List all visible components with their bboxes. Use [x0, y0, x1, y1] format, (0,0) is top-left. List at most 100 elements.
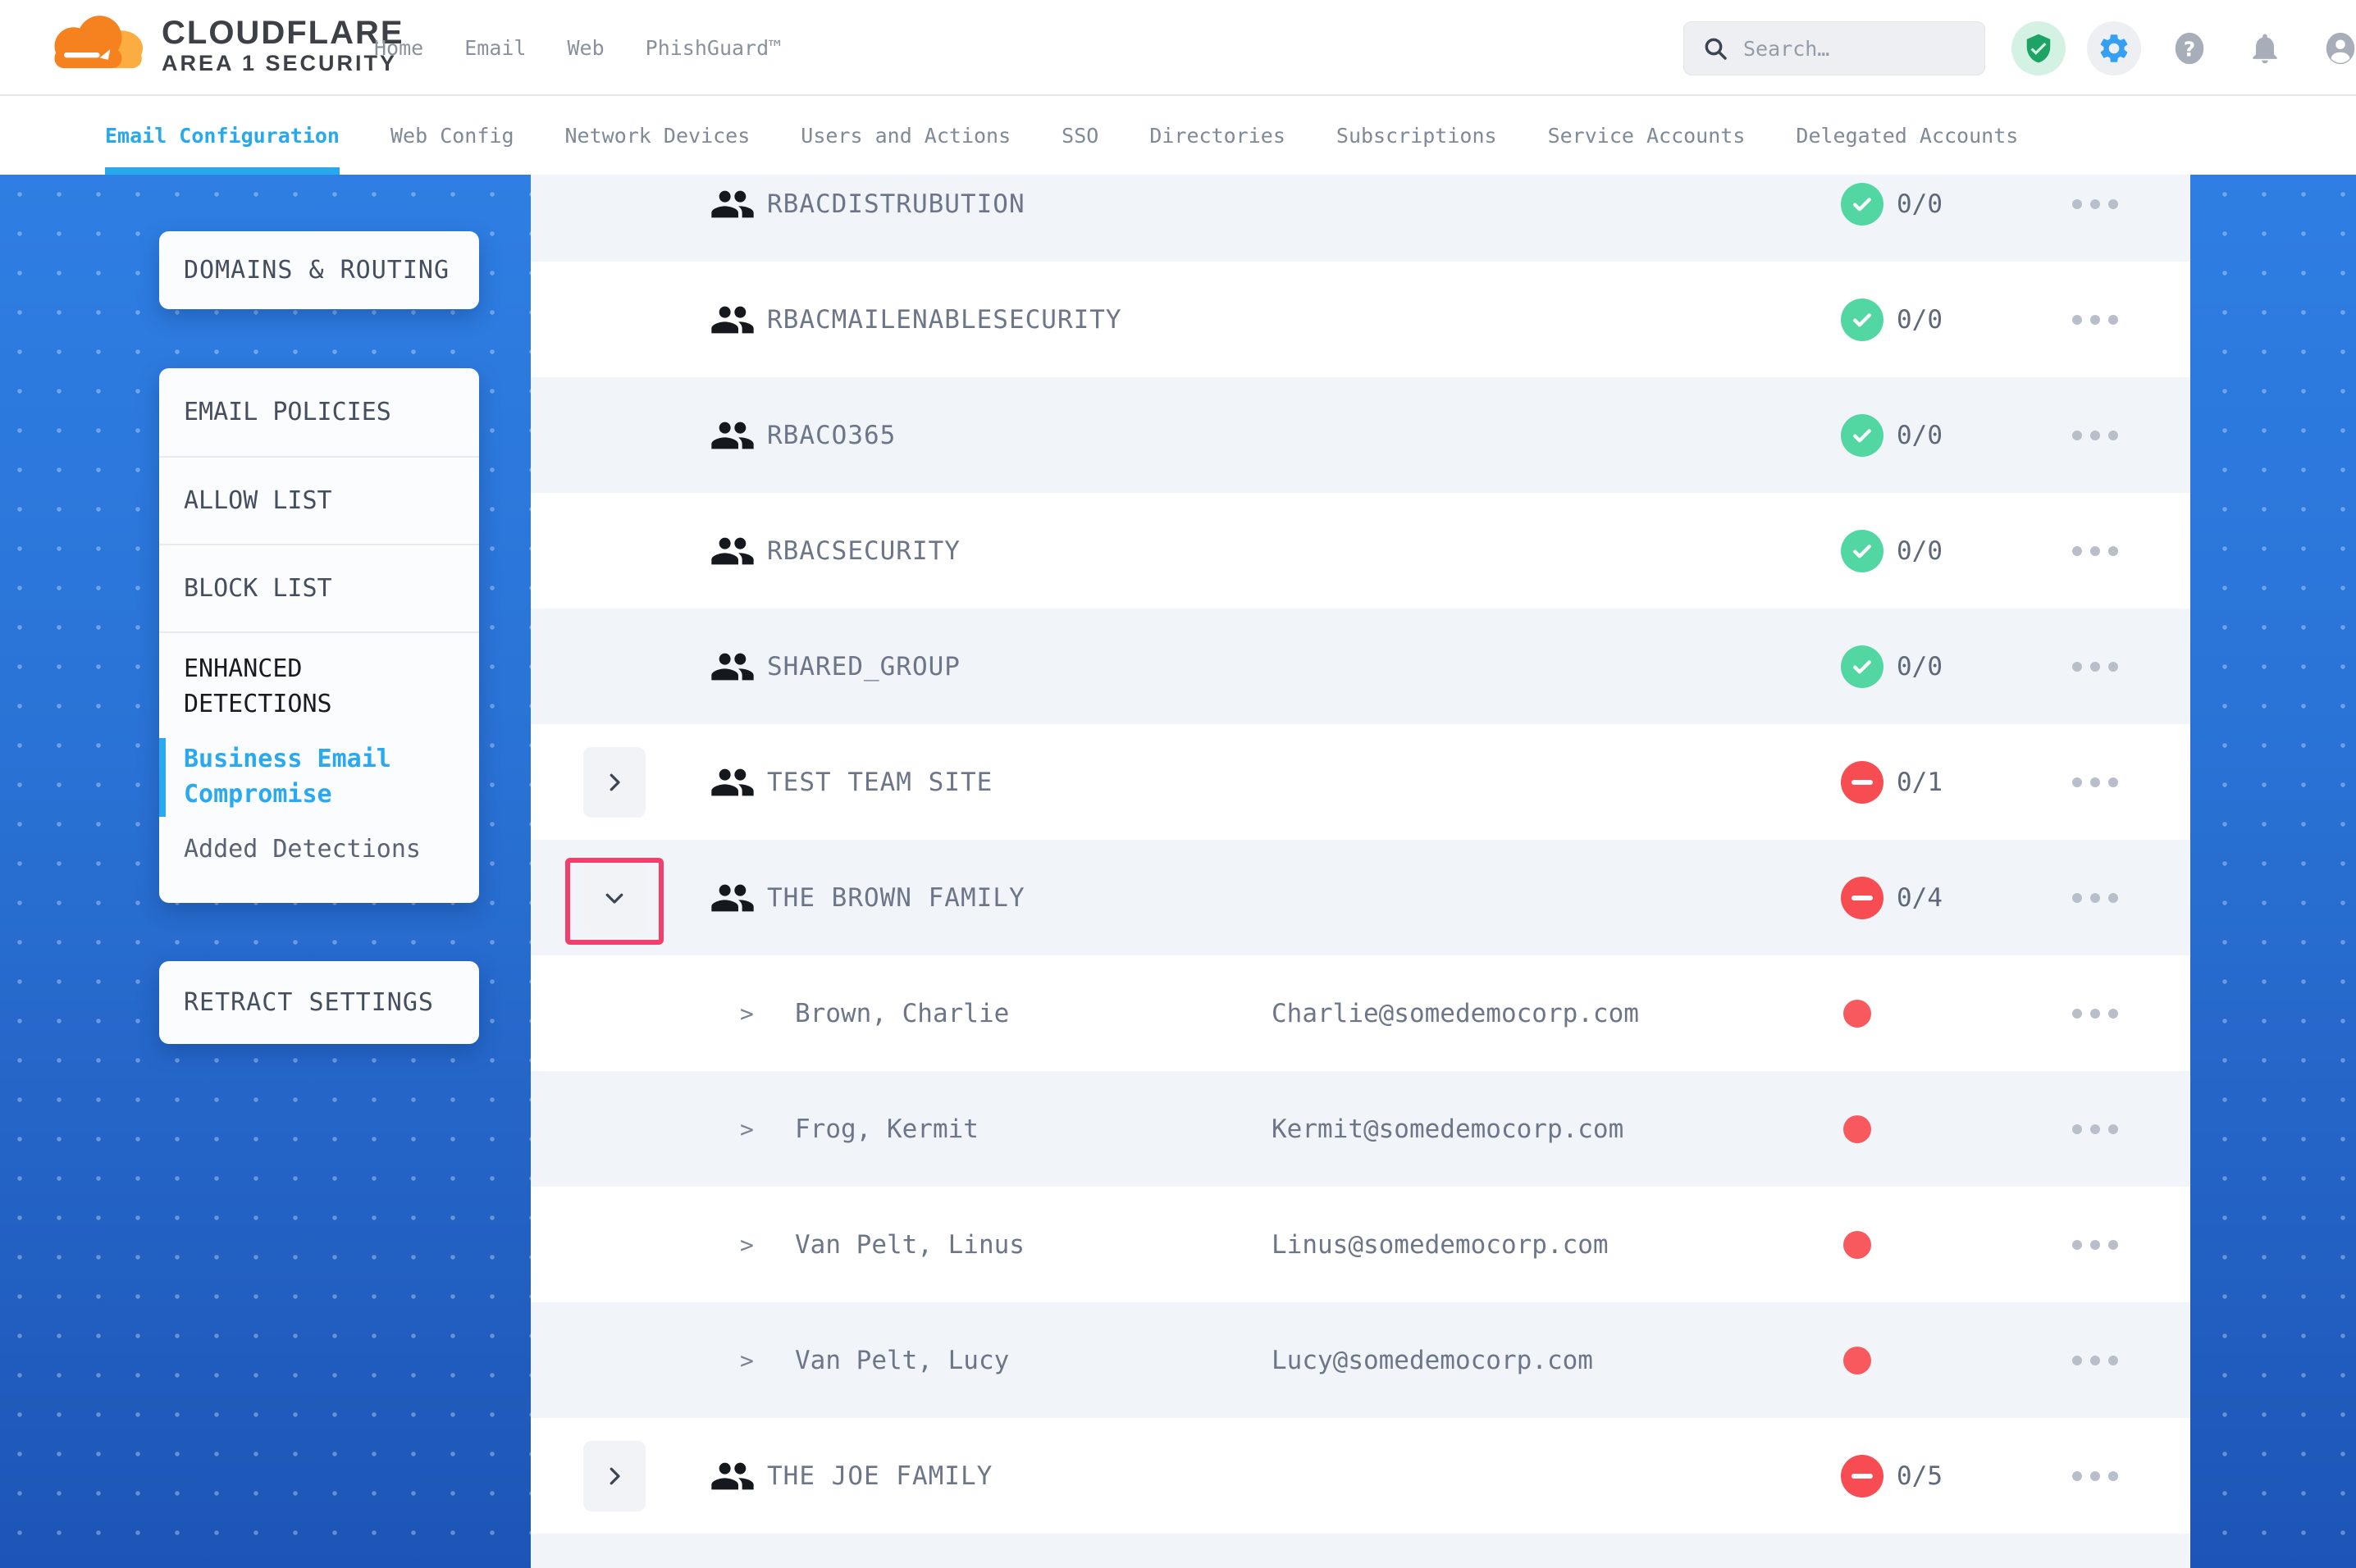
user-avatar-icon[interactable]: [2313, 21, 2356, 75]
sidebar-item-email-policies[interactable]: EMAIL POLICIES: [159, 368, 479, 456]
active-item-accent-bar: [159, 738, 166, 817]
tab-users-and-actions[interactable]: Users and Actions: [801, 96, 1011, 175]
tab-network-devices[interactable]: Network Devices: [565, 96, 751, 175]
row-menu-button[interactable]: [2069, 424, 2121, 447]
group-name[interactable]: THE JOE FAMILY: [767, 1461, 993, 1491]
expand-group-button[interactable]: [583, 747, 646, 818]
group-icon: [710, 297, 756, 343]
group-row: TEST TEAM SITE 0/1: [531, 724, 2190, 840]
group-name[interactable]: RBACMAILENABLESECURITY: [767, 305, 1122, 335]
search-input[interactable]: Search…: [1683, 21, 1985, 75]
group-name[interactable]: RBACDISTRUBUTION: [767, 189, 1025, 219]
sidebar-policies-card: EMAIL POLICIESALLOW LISTBLOCK LIST ENHAN…: [159, 368, 479, 903]
member-chevron-icon[interactable]: >: [740, 1000, 754, 1027]
primary-nav-item-home[interactable]: Home: [374, 36, 423, 60]
row-menu-button[interactable]: [2069, 1002, 2121, 1025]
row-menu-button[interactable]: [2069, 540, 2121, 563]
search-placeholder: Search…: [1743, 37, 1829, 61]
alert-status-dot: [1843, 1347, 1871, 1374]
page-background: DOMAINS & ROUTING EMAIL POLICIESALLOW LI…: [0, 175, 2356, 1568]
member-chevron-icon[interactable]: >: [740, 1231, 754, 1258]
tab-subscriptions[interactable]: Subscriptions: [1336, 96, 1497, 175]
member-count: 0/0: [1897, 189, 1943, 219]
collapse-group-button[interactable]: [583, 863, 646, 933]
cloudflare-brand[interactable]: CLOUDFLARE AREA 1 SECURITY: [45, 10, 404, 80]
group-icon: [710, 644, 756, 690]
alert-status-dot: [1843, 1115, 1871, 1143]
sidebar-item-block-list[interactable]: BLOCK LIST: [159, 544, 479, 631]
sidebar-item-added-detections[interactable]: Added Detections: [184, 832, 430, 867]
group-icon: [710, 1453, 756, 1499]
member-name[interactable]: Brown, Charlie: [795, 999, 1009, 1028]
group-name[interactable]: SHARED_GROUP: [767, 652, 961, 681]
settings-subnav: Email Configuration Web Config Network Dev…: [0, 96, 2356, 175]
group-name[interactable]: RBACSECURITY: [767, 536, 961, 566]
row-menu-button[interactable]: [2069, 655, 2121, 678]
expand-group-button[interactable]: [583, 1441, 646, 1511]
member-count: 0/4: [1897, 883, 1943, 913]
security-shield-icon[interactable]: [2011, 21, 2066, 75]
status-pass-badge: [1841, 645, 1883, 688]
svg-text:?: ?: [2184, 37, 2195, 61]
tab-delegated-accounts[interactable]: Delegated Accounts: [1796, 96, 2018, 175]
tab-directories[interactable]: Directories: [1149, 96, 1285, 175]
primary-nav-item-web[interactable]: Web: [567, 36, 604, 60]
search-icon: [1702, 35, 1728, 62]
row-menu-button[interactable]: [2069, 308, 2121, 331]
group-name[interactable]: TEST TEAM SITE: [767, 768, 993, 797]
row-menu-button[interactable]: [2069, 1118, 2121, 1141]
notifications-bell-icon[interactable]: [2238, 21, 2292, 75]
member-row: > Frog, Kermit Kermit@somedemocorp.com: [531, 1071, 2190, 1187]
member-count: 0/5: [1897, 1461, 1943, 1491]
minus-glyph: [1851, 1474, 1873, 1479]
minus-glyph: [1851, 780, 1873, 785]
member-name[interactable]: Van Pelt, Linus: [795, 1230, 1025, 1260]
row-menu-button[interactable]: [2069, 1349, 2121, 1372]
member-email: Lucy@somedemocorp.com: [1272, 1346, 1593, 1375]
status-pass-badge: [1841, 299, 1883, 341]
brand-line1: CLOUDFLARE: [162, 15, 404, 51]
primary-nav-item-phishguard[interactable]: PhishGuard™: [646, 36, 782, 60]
status-pass-badge: [1841, 414, 1883, 457]
tab-service-accounts[interactable]: Service Accounts: [1548, 96, 1746, 175]
row-menu-button[interactable]: [2069, 887, 2121, 909]
member-chevron-icon[interactable]: >: [740, 1115, 754, 1142]
tab-sso[interactable]: SSO: [1062, 96, 1098, 175]
row-menu-button[interactable]: [2069, 1465, 2121, 1488]
primary-nav: Home Email Web PhishGuard™: [374, 0, 781, 96]
group-name[interactable]: THE BROWN FAMILY: [767, 883, 1025, 913]
status-fail-badge: [1841, 877, 1883, 919]
member-email: Charlie@somedemocorp.com: [1272, 999, 1639, 1028]
row-menu-button[interactable]: [2069, 771, 2121, 794]
group-name[interactable]: RBACO365: [767, 421, 896, 450]
alert-status-dot: [1843, 1231, 1871, 1259]
group-icon: [710, 528, 756, 574]
sidebar-item-retract-settings[interactable]: RETRACT SETTINGS: [159, 961, 479, 1044]
group-icon: [710, 875, 756, 921]
member-name[interactable]: Van Pelt, Lucy: [795, 1346, 1009, 1375]
group-row: RBACDISTRUBUTION 0/0: [531, 175, 2190, 262]
member-email: Kermit@somedemocorp.com: [1272, 1114, 1623, 1144]
sidebar-item-business-email-compromise[interactable]: Business Email Compromise: [184, 741, 430, 812]
status-fail-badge: [1841, 761, 1883, 804]
member-chevron-icon[interactable]: >: [740, 1347, 754, 1374]
member-count: 0/0: [1897, 421, 1943, 450]
sidebar-item-allow-list[interactable]: ALLOW LIST: [159, 456, 479, 544]
enhanced-detections-section: ENHANCED DETECTIONS Business Email Compr…: [159, 631, 479, 867]
row-menu-button[interactable]: [2069, 1233, 2121, 1256]
member-count: 0/0: [1897, 536, 1943, 566]
tab-email-configuration[interactable]: Email Configuration: [105, 96, 340, 175]
settings-gear-icon[interactable]: [2087, 21, 2141, 75]
member-count: 0/1: [1897, 768, 1943, 797]
help-icon[interactable]: ?: [2162, 21, 2217, 75]
member-name[interactable]: Frog, Kermit: [795, 1114, 979, 1144]
group-row: SHARED_GROUP0/0: [531, 609, 2190, 724]
sidebar-item-domains-routing[interactable]: DOMAINS & ROUTING: [159, 231, 479, 309]
alert-status-dot: [1843, 1000, 1871, 1028]
member-row: > Van Pelt, Lucy Lucy@somedemocorp.com: [531, 1302, 2190, 1418]
row-menu-button[interactable]: [2069, 193, 2121, 216]
primary-nav-item-email[interactable]: Email: [464, 36, 526, 60]
member-row: > Brown, Charlie Charlie@somedemocorp.com: [531, 955, 2190, 1071]
group-icon: [710, 413, 756, 458]
tab-web-config[interactable]: Web Config: [390, 96, 514, 175]
